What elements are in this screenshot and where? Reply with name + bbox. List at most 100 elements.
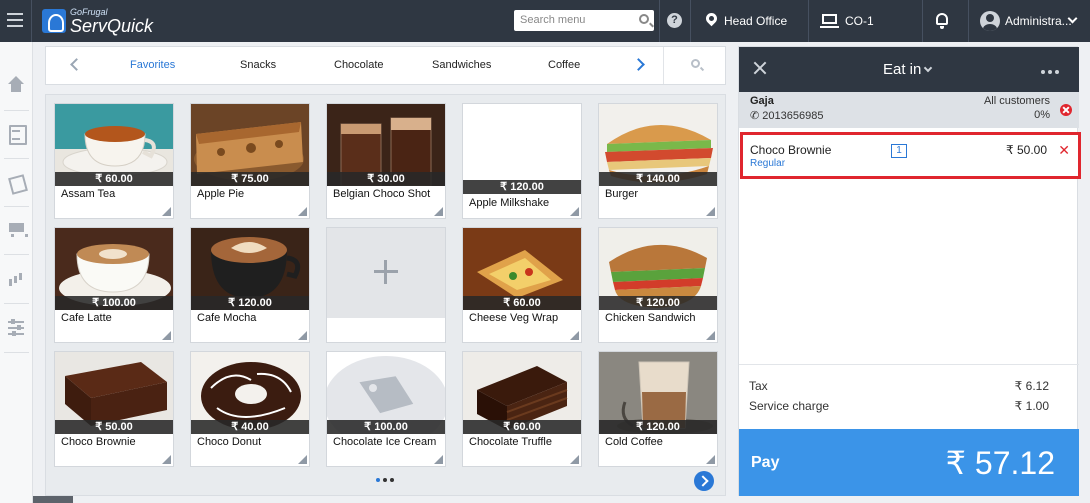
next-page-icon[interactable] [694, 471, 714, 491]
product-name: Cafe Latte [61, 312, 112, 324]
product-tile-cheese-veg-wrap[interactable]: ₹ 60.00 Cheese Veg Wrap [462, 227, 582, 343]
tile-options-icon[interactable] [570, 207, 579, 216]
product-name: Burger [605, 188, 639, 200]
tile-options-icon[interactable] [434, 207, 443, 216]
category-tab-coffee[interactable]: Coffee [548, 59, 580, 71]
product-price: ₹ 120.00 [463, 180, 581, 194]
order-panel: Eat in Gaja ✆ 2013656985 All customers 0… [738, 46, 1081, 496]
close-icon[interactable] [753, 61, 767, 75]
product-tile-chicken-sandwich[interactable]: ₹ 120.00 Chicken Sandwich [598, 227, 718, 343]
reports-icon[interactable] [6, 269, 26, 289]
product-tile-chocolate-ice-cream[interactable]: ₹ 100.00 Chocolate Ice Cream [326, 351, 446, 467]
tile-options-icon[interactable] [162, 331, 171, 340]
top-bar: GoFrugal ServQuick Search menu ? Head Of… [0, 0, 1090, 42]
tile-options-icon[interactable] [162, 455, 171, 464]
product-tile-chocolate-truffle[interactable]: ₹ 60.00 Chocolate Truffle [462, 351, 582, 467]
product-price: ₹ 140.00 [599, 172, 717, 186]
chevron-down-icon[interactable] [923, 63, 933, 73]
tile-options-icon[interactable] [298, 207, 307, 216]
user-avatar[interactable] [980, 11, 1000, 31]
product-name: Apple Milkshake [469, 197, 550, 209]
category-tab-chocolate[interactable]: Chocolate [334, 59, 384, 71]
customer-phone: ✆ 2013656985 [750, 110, 824, 122]
tile-options-icon[interactable] [570, 455, 579, 464]
product-price: ₹ 60.00 [463, 420, 581, 434]
search-menu-input[interactable]: Search menu [514, 10, 654, 31]
tax-value: ₹ 6.12 [1014, 379, 1049, 393]
order-line-item[interactable]: Choco Brownie Regular 1 ₹ 50.00 ✕ [740, 132, 1081, 179]
product-price: ₹ 100.00 [55, 296, 173, 310]
add-product-tile[interactable] [326, 227, 446, 343]
help-icon[interactable]: ? [667, 13, 682, 28]
more-options-icon[interactable] [1041, 70, 1059, 74]
remove-item-icon[interactable]: ✕ [1058, 142, 1070, 159]
line-item-price: ₹ 50.00 [1006, 143, 1047, 157]
tile-options-icon[interactable] [434, 455, 443, 464]
tile-options-icon[interactable] [706, 207, 715, 216]
product-price: ₹ 60.00 [55, 172, 173, 186]
product-tile-choco-donut[interactable]: ₹ 40.00 Choco Donut [190, 351, 310, 467]
product-name: Choco Donut [197, 436, 262, 448]
order-mode-selector[interactable]: Eat in [883, 61, 921, 78]
product-name: Cold Coffee [605, 436, 663, 448]
tile-options-icon[interactable] [570, 331, 579, 340]
product-name: Chocolate Ice Cream [333, 436, 437, 448]
product-tile-cold-coffee[interactable]: ₹ 120.00 Cold Coffee [598, 351, 718, 467]
cart-icon[interactable] [6, 220, 28, 240]
pay-label: Pay [751, 454, 780, 471]
catalog-icon[interactable] [6, 124, 27, 145]
tile-options-icon[interactable] [298, 331, 307, 340]
product-price: ₹ 60.00 [463, 296, 581, 310]
notification-bell-icon[interactable] [936, 13, 948, 29]
orders-icon[interactable] [6, 172, 26, 192]
line-item-name: Choco Brownie [750, 143, 832, 157]
chevron-left-icon[interactable] [70, 58, 83, 71]
chevron-right-icon[interactable] [632, 58, 645, 71]
customer-phone-number: 2013656985 [762, 110, 824, 122]
product-tile-belgian-choco-shot[interactable]: ₹ 30.00 Belgian Choco Shot [326, 103, 446, 219]
product-tile-burger[interactable]: ₹ 140.00 Burger [598, 103, 718, 219]
counter-selector[interactable]: CO-1 [845, 14, 874, 28]
category-tab-snacks[interactable]: Snacks [240, 59, 276, 71]
product-price: ₹ 75.00 [191, 172, 309, 186]
line-item-variant[interactable]: Regular [750, 158, 785, 169]
product-price: ₹ 50.00 [55, 420, 173, 434]
tile-options-icon[interactable] [162, 207, 171, 216]
location-selector[interactable]: Head Office [724, 14, 787, 28]
product-price: ₹ 40.00 [191, 420, 309, 434]
product-tile-apple-milkshake[interactable]: ₹ 120.00 Apple Milkshake [462, 103, 582, 219]
customer-bar[interactable]: Gaja ✆ 2013656985 All customers 0% [739, 92, 1079, 128]
remove-customer-icon[interactable] [1060, 104, 1072, 116]
pay-button[interactable]: Pay ₹ 57.12 [739, 429, 1079, 496]
category-tab-favorites[interactable]: Favorites [130, 59, 175, 71]
horizontal-scrollbar[interactable] [33, 496, 73, 503]
line-item-quantity[interactable]: 1 [891, 144, 907, 158]
page-indicator [376, 478, 394, 482]
product-tile-cafe-mocha[interactable]: ₹ 120.00 Cafe Mocha [190, 227, 310, 343]
user-menu[interactable]: Administra... [1005, 14, 1072, 28]
tile-options-icon[interactable] [706, 455, 715, 464]
category-search-button[interactable] [663, 47, 726, 84]
home-icon[interactable] [6, 76, 26, 96]
product-tile-choco-brownie[interactable]: ₹ 50.00 Choco Brownie [54, 351, 174, 467]
page-dot[interactable] [383, 478, 387, 482]
product-price: ₹ 100.00 [327, 420, 445, 434]
product-name: Cheese Veg Wrap [469, 312, 559, 324]
product-price: ₹ 120.00 [191, 296, 309, 310]
settings-sliders-icon[interactable] [6, 318, 26, 338]
counter-icon [820, 14, 839, 28]
category-bar: Favorites Snacks Chocolate Sandwiches Co… [45, 46, 726, 85]
product-tile-assam-tea[interactable]: ₹ 60.00 Assam Tea [54, 103, 174, 219]
category-tab-sandwiches[interactable]: Sandwiches [432, 59, 491, 71]
servquick-logo: GoFrugal ServQuick [42, 6, 153, 36]
page-dot[interactable] [376, 478, 380, 482]
product-tile-apple-pie[interactable]: ₹ 75.00 Apple Pie [190, 103, 310, 219]
menu-icon[interactable] [7, 13, 23, 27]
tile-options-icon[interactable] [298, 455, 307, 464]
search-icon[interactable] [639, 14, 649, 24]
page-dot[interactable] [390, 478, 394, 482]
product-tile-cafe-latte[interactable]: ₹ 100.00 Cafe Latte [54, 227, 174, 343]
tax-label: Tax [749, 379, 768, 393]
logo-icon [42, 9, 66, 33]
tile-options-icon[interactable] [706, 331, 715, 340]
